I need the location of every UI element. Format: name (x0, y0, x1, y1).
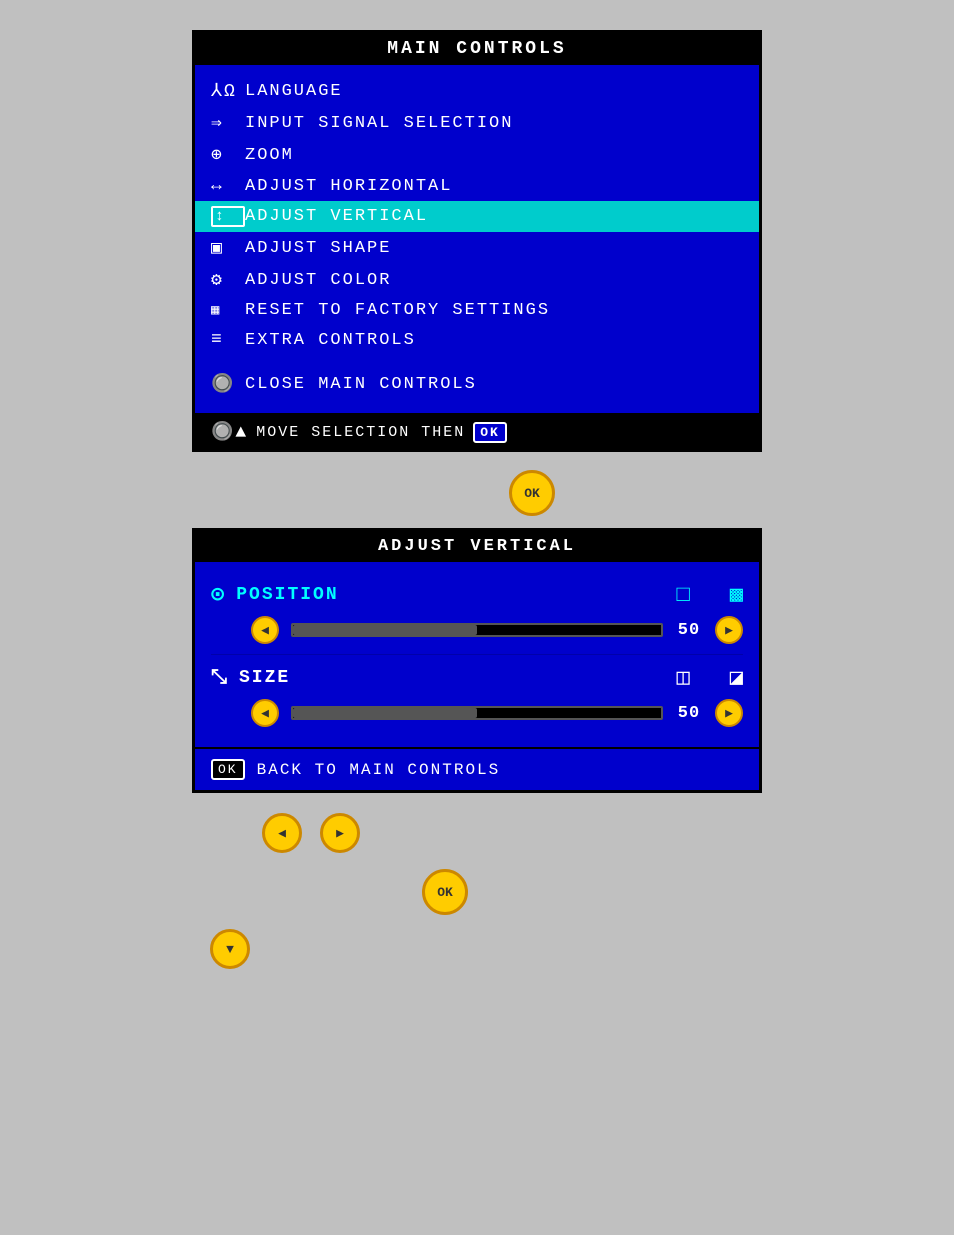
back-label: BACK TO MAIN CONTROLS (257, 761, 501, 779)
main-controls-title: MAIN CONTROLS (195, 33, 759, 65)
size-label: SIZE (239, 668, 290, 688)
zoom-icon: ⊕ (211, 144, 245, 166)
ok-center-btn[interactable]: OK (422, 869, 468, 915)
footer-bar: 🔘▲ MOVE SELECTION THEN OK (195, 413, 759, 449)
language-label: LANGUAGE (245, 82, 343, 101)
position-left-adj-icon[interactable]: □ (677, 583, 690, 608)
adjust-shape-label: ADJUST SHAPE (245, 239, 391, 258)
down-arrow-btn[interactable]: ▼ (210, 929, 250, 969)
position-right-adj-icon[interactable]: ▩ (730, 582, 743, 608)
adjust-color-label: ADJUST COLOR (245, 271, 391, 290)
ok-center-area: OK (422, 869, 762, 915)
position-slider-row: ◀ 50 ▶ (251, 616, 743, 644)
back-ok-icon: OK (211, 759, 245, 780)
menu-item-language[interactable]: ⅄Ω LANGUAGE (195, 75, 759, 107)
size-slider-fill (293, 708, 477, 718)
input-signal-icon: ⇒ (211, 112, 245, 134)
left-arrow-icon: ◀ (278, 826, 286, 841)
menu-item-adjust-color[interactable]: ⚙ ADJUST COLOR (195, 264, 759, 296)
position-slider-fill (293, 625, 477, 635)
close-icon: 🔘 (211, 373, 245, 395)
size-slider-track[interactable] (291, 706, 663, 720)
menu-separator (195, 355, 759, 365)
size-increase-btn[interactable]: ▶ (715, 699, 743, 727)
menu-item-reset-factory[interactable]: ▦ RESET TO FACTORY SETTINGS (195, 296, 759, 325)
position-label: POSITION (236, 585, 338, 605)
menu-item-zoom[interactable]: ⊕ ZOOM (195, 139, 759, 171)
adjust-horizontal-icon: ↔ (211, 176, 245, 196)
size-value: 50 (675, 704, 703, 723)
right-arrow-icon: ▶ (336, 826, 344, 841)
adjust-horizontal-label: ADJUST HORIZONTAL (245, 177, 452, 196)
adjust-vertical-panel: ADJUST VERTICAL ⊙ POSITION □ ▩ ◀ 50 (192, 528, 762, 793)
left-arrow-btn[interactable]: ◀ (262, 813, 302, 853)
position-decrease-btn[interactable]: ◀ (251, 616, 279, 644)
menu-item-adjust-horizontal[interactable]: ↔ ADJUST HORIZONTAL (195, 171, 759, 201)
down-arrow-icon: ▼ (226, 942, 234, 957)
size-slider-row: ◀ 50 ▶ (251, 699, 743, 727)
ok-button-standalone-area: OK (130, 470, 934, 516)
adjust-shape-icon: ▣ (211, 237, 245, 259)
language-icon: ⅄Ω (211, 80, 245, 102)
adjust-body: ⊙ POSITION □ ▩ ◀ 50 ▶ ⤡ (195, 562, 759, 747)
menu-item-input-signal[interactable]: ⇒ INPUT SIGNAL SELECTION (195, 107, 759, 139)
footer-text: MOVE SELECTION THEN (256, 424, 465, 441)
zoom-label: ZOOM (245, 146, 294, 165)
position-value: 50 (675, 621, 703, 640)
ok-button-standalone[interactable]: OK (509, 470, 555, 516)
extra-controls-label: EXTRA CONTROLS (245, 331, 416, 350)
footer-ok-icon: OK (473, 422, 507, 443)
position-right-icons: □ ▩ (677, 582, 743, 608)
nav-arrows: ◀ ▶ (262, 813, 762, 853)
footer-nav-icons: 🔘▲ (211, 421, 248, 443)
size-decrease-icon[interactable]: ◫ (677, 665, 690, 691)
adjust-vertical-title: ADJUST VERTICAL (195, 531, 759, 562)
adjust-size-row: ⤡ SIZE ◫ ◪ ◀ 50 ▶ (211, 655, 743, 737)
menu-item-adjust-vertical[interactable]: ↕ ADJUST VERTICAL (195, 201, 759, 232)
position-slider-track[interactable] (291, 623, 663, 637)
down-arrow-area: ▼ (210, 929, 762, 969)
close-main-controls-item[interactable]: 🔘 CLOSE MAIN CONTROLS (195, 365, 759, 403)
size-decrease-btn[interactable]: ◀ (251, 699, 279, 727)
back-to-main-row[interactable]: OK BACK TO MAIN CONTROLS (195, 747, 759, 790)
adjust-position-header: ⊙ POSITION □ ▩ (211, 582, 743, 608)
reset-factory-icon: ▦ (211, 302, 245, 319)
position-increase-btn[interactable]: ▶ (715, 616, 743, 644)
adjust-position-row: ⊙ POSITION □ ▩ ◀ 50 ▶ (211, 572, 743, 655)
close-main-controls-label: CLOSE MAIN CONTROLS (245, 375, 477, 394)
ok-button-label: OK (524, 486, 540, 501)
input-signal-label: INPUT SIGNAL SELECTION (245, 114, 513, 133)
position-icon: ⊙ (211, 582, 226, 608)
adjust-vertical-icon: ↕ (211, 206, 245, 227)
adjust-vertical-label: ADJUST VERTICAL (245, 207, 428, 226)
position-label-group: ⊙ POSITION (211, 582, 339, 608)
right-arrow-btn[interactable]: ▶ (320, 813, 360, 853)
adjust-size-header: ⤡ SIZE ◫ ◪ (211, 665, 743, 691)
ok-center-label: OK (437, 885, 453, 900)
main-controls-panel: MAIN CONTROLS ⅄Ω LANGUAGE ⇒ INPUT SIGNAL… (192, 30, 762, 452)
size-right-icons: ◫ ◪ (677, 665, 744, 691)
size-icon: ⤡ (211, 666, 229, 690)
extra-controls-icon: ≡ (211, 330, 245, 350)
menu-item-adjust-shape[interactable]: ▣ ADJUST SHAPE (195, 232, 759, 264)
menu-item-extra-controls[interactable]: ≡ EXTRA CONTROLS (195, 325, 759, 355)
bottom-controls: ◀ ▶ OK ▼ (192, 813, 762, 969)
size-label-group: ⤡ SIZE (211, 666, 290, 690)
size-increase-icon[interactable]: ◪ (730, 665, 743, 691)
reset-factory-label: RESET TO FACTORY SETTINGS (245, 301, 550, 320)
menu-list: ⅄Ω LANGUAGE ⇒ INPUT SIGNAL SELECTION ⊕ Z… (195, 65, 759, 413)
adjust-color-icon: ⚙ (211, 269, 245, 291)
